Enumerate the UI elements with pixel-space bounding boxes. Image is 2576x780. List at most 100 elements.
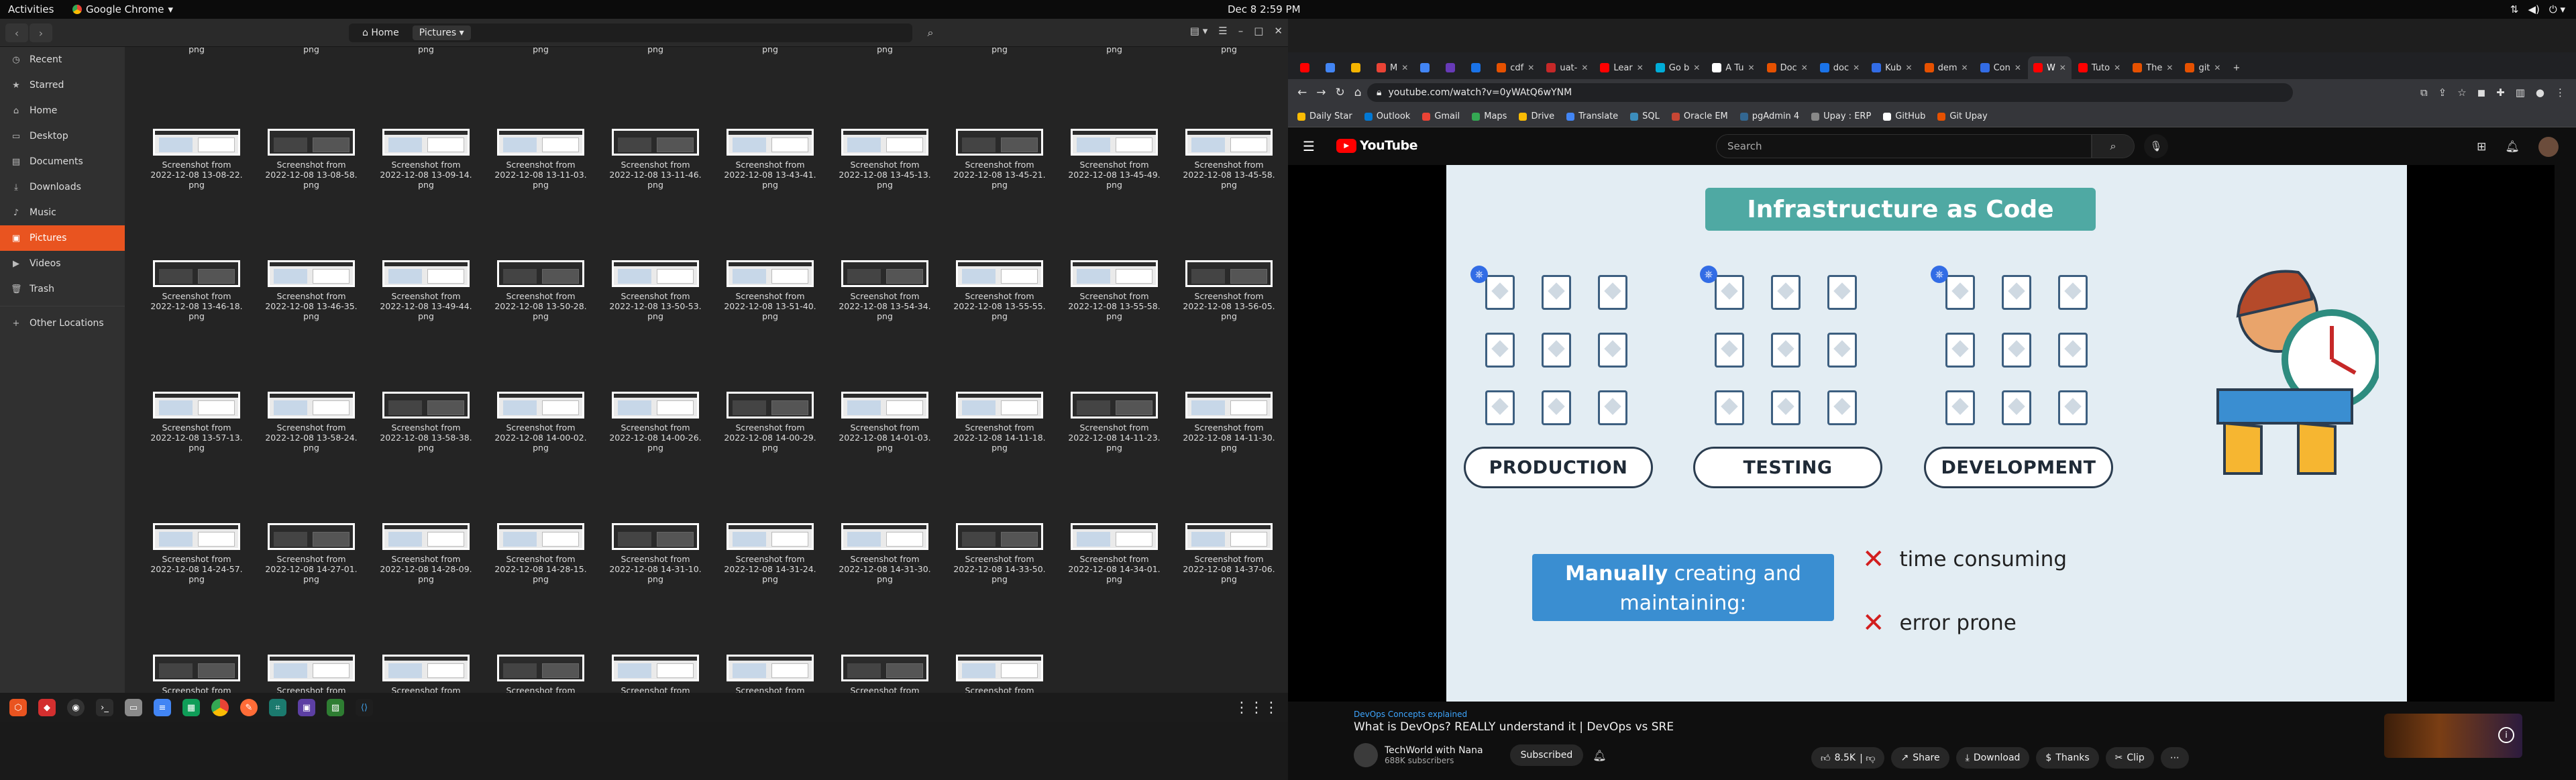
sidebar-item-videos[interactable]: ▶ Videos: [0, 251, 125, 276]
file-item[interactable]: Screenshot from 2022-12-08 13-57-13. png: [146, 392, 247, 453]
forward-arrow-icon[interactable]: →: [1316, 86, 1326, 99]
new-tab-button[interactable]: +: [2227, 56, 2245, 79]
star-icon[interactable]: ☆: [2457, 87, 2466, 99]
terminal-icon[interactable]: ›_: [96, 699, 113, 716]
tab-close-icon[interactable]: ✕: [1693, 63, 1700, 72]
system-tray[interactable]: ⇅ ◀) ⏻ ▾: [2510, 3, 2565, 15]
browser-tab[interactable]: [1415, 56, 1439, 79]
extension-icon[interactable]: ◼: [2477, 87, 2485, 99]
tab-close-icon[interactable]: ✕: [2059, 63, 2066, 72]
file-item[interactable]: Screenshot from: [605, 655, 706, 693]
file-item-partial[interactable]: png: [1064, 47, 1165, 54]
postman-icon[interactable]: ✎: [240, 699, 258, 716]
file-item[interactable]: Screenshot from 2022-12-08 13-51-40. png: [720, 260, 820, 321]
tab-close-icon[interactable]: ✕: [1527, 63, 1534, 72]
sidebar-item-home[interactable]: ⌂ Home: [0, 98, 125, 123]
browser-tab[interactable]: dem ✕: [1919, 56, 1974, 79]
file-item[interactable]: Screenshot from 2022-12-08 13-45-21. png: [949, 129, 1050, 190]
bookmark-item[interactable]: SQL: [1630, 111, 1660, 121]
tab-close-icon[interactable]: ✕: [2214, 63, 2220, 72]
file-item-partial[interactable]: png: [605, 47, 706, 54]
tab-close-icon[interactable]: ✕: [1853, 63, 1860, 72]
chrome-icon[interactable]: [211, 699, 229, 716]
subscribed-button[interactable]: Subscribed: [1509, 744, 1584, 766]
profile-icon[interactable]: ●: [2536, 87, 2544, 99]
bookmark-item[interactable]: Git Upay: [1937, 111, 1988, 121]
bell-icon[interactable]: 🔔︎: [1593, 749, 1606, 762]
scrollbar[interactable]: [2555, 165, 2576, 754]
browser-tab[interactable]: Kub ✕: [1866, 56, 1917, 79]
browser-tab[interactable]: Tuto ✕: [2073, 56, 2126, 79]
file-item-partial[interactable]: png: [1179, 47, 1279, 54]
file-item[interactable]: Screenshot from 2022-12-08 14-27-01. png: [261, 523, 362, 584]
channel-avatar[interactable]: [1354, 743, 1378, 767]
create-icon[interactable]: ⊞: [2477, 140, 2486, 154]
image-viewer-icon[interactable]: ▨: [327, 699, 344, 716]
share-button[interactable]: ↗ Share: [1891, 747, 1949, 769]
vscode-icon[interactable]: ⟨⟩: [356, 699, 373, 716]
bookmark-item[interactable]: pgAdmin 4: [1739, 111, 1799, 121]
browser-tab[interactable]: Doc ✕: [1762, 56, 1813, 79]
sidebar-item-trash[interactable]: 🗑︎ Trash: [0, 276, 125, 302]
bookmark-item[interactable]: Translate: [1566, 111, 1618, 121]
activities-button[interactable]: Activities: [8, 3, 54, 15]
file-item-partial[interactable]: png: [376, 47, 476, 54]
youtube-logo[interactable]: ▶ YouTube: [1336, 138, 1417, 153]
file-item[interactable]: Screenshot from 2022-12-08 14-11-18. png: [949, 392, 1050, 453]
tab-close-icon[interactable]: ✕: [2114, 63, 2121, 72]
clock[interactable]: Dec 8 2:59 PM: [1228, 3, 1301, 15]
monitor-icon[interactable]: ▣: [298, 699, 315, 716]
browser-tab[interactable]: [1346, 56, 1370, 79]
back-button[interactable]: ‹: [5, 23, 28, 42]
voice-search-button[interactable]: 🎙︎: [2144, 134, 2168, 158]
file-item[interactable]: Screenshot from 2022-12-08 14-00-29. png: [720, 392, 820, 453]
app-menu[interactable]: Google Chrome ▾: [72, 3, 173, 15]
cast-icon[interactable]: ⧉: [2420, 87, 2428, 99]
browser-tab[interactable]: uat- ✕: [1541, 56, 1593, 79]
search-button[interactable]: ⌕: [2092, 134, 2135, 158]
tab-close-icon[interactable]: ✕: [2015, 63, 2021, 72]
file-item[interactable]: Screenshot from 2022-12-08 13-50-53. png: [605, 260, 706, 321]
file-item[interactable]: Screenshot from: [490, 655, 591, 693]
home-icon[interactable]: ⌂: [1354, 86, 1362, 99]
file-item[interactable]: Screenshot from 2022-12-08 14-31-10. png: [605, 523, 706, 584]
sidebar-item-music[interactable]: ♪ Music: [0, 200, 125, 225]
file-item[interactable]: Screenshot from 2022-12-08 14-00-26. png: [605, 392, 706, 453]
file-item-partial[interactable]: png: [490, 47, 591, 54]
video-player[interactable]: Infrastructure as Code ⎈ ⎈ ⎈ PRODUCTION …: [1288, 165, 2576, 754]
file-item[interactable]: Screenshot from 2022-12-08 14-31-24. png: [720, 523, 820, 584]
show-apps-icon[interactable]: ⋮⋮⋮: [1234, 700, 1279, 716]
file-item[interactable]: Screenshot from 2022-12-08 14-31-30. png: [835, 523, 935, 584]
forward-button[interactable]: ›: [30, 23, 52, 42]
view-toggle-icon[interactable]: ▤ ▾: [1190, 25, 1208, 37]
obs-icon[interactable]: ◉: [67, 699, 85, 716]
file-item[interactable]: Screenshot from 2022-12-08 13-09-14. png: [376, 129, 476, 190]
ubuntu-software-icon[interactable]: ⬡: [9, 699, 27, 716]
browser-tab[interactable]: M ✕: [1371, 56, 1413, 79]
file-item[interactable]: Screenshot from 2022-12-08 14-28-09. png: [376, 523, 476, 584]
more-button[interactable]: ⋯: [2160, 747, 2189, 769]
file-item[interactable]: Screenshot from 2022-12-08 13-43-41. png: [720, 129, 820, 190]
file-item[interactable]: Screenshot from 2022-12-08 14-24-57. png: [146, 523, 247, 584]
download-button[interactable]: ⤓ Download: [1955, 747, 2030, 769]
file-item[interactable]: Screenshot from 2022-12-08 14-01-03. png: [835, 392, 935, 453]
file-item[interactable]: Screenshot from 2022-12-08 13-11-03. png: [490, 129, 591, 190]
extensions-icon[interactable]: ✚: [2496, 87, 2505, 99]
tab-close-icon[interactable]: ✕: [1962, 63, 1968, 72]
file-item[interactable]: Screenshot from 2022-12-08 13-58-38. png: [376, 392, 476, 453]
file-item[interactable]: Screenshot from: [146, 655, 247, 693]
file-item[interactable]: Screenshot from 2022-12-08 13-46-18. png: [146, 260, 247, 321]
browser-tab[interactable]: W ✕: [2027, 56, 2072, 79]
path-home[interactable]: ⌂ Home: [356, 25, 406, 40]
files-icon[interactable]: ▭: [125, 699, 142, 716]
sidebar-item-desktop[interactable]: ▭ Desktop: [0, 123, 125, 149]
file-item[interactable]: Screenshot from 2022-12-08 14-33-50. png: [949, 523, 1050, 584]
browser-tab[interactable]: [1440, 56, 1464, 79]
file-item[interactable]: Screenshot from 2022-12-08 13-11-46. png: [605, 129, 706, 190]
share-icon[interactable]: ⇪: [2438, 87, 2447, 99]
tab-close-icon[interactable]: ✕: [1637, 63, 1644, 72]
sidebar-item-pictures[interactable]: ▣ Pictures: [0, 225, 125, 251]
file-item[interactable]: Screenshot from 2022-12-08 13-50-28. png: [490, 260, 591, 321]
browser-tab[interactable]: [1466, 56, 1490, 79]
browser-tab[interactable]: [1320, 56, 1344, 79]
